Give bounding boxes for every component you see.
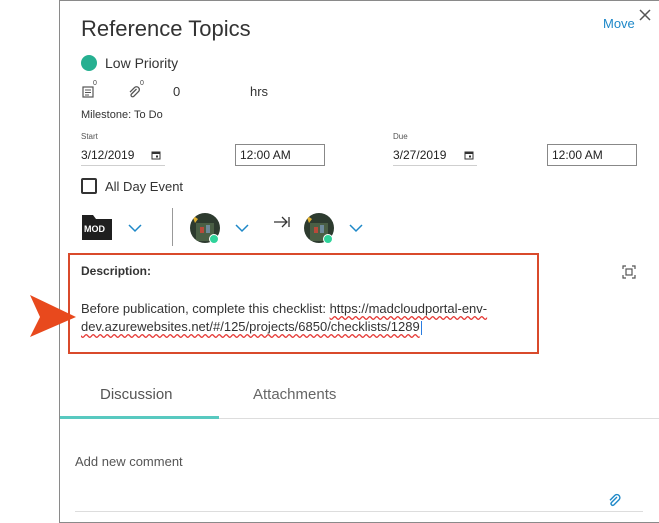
- active-tab-indicator: [60, 416, 219, 419]
- description-title: Description:: [81, 264, 152, 278]
- page-title: Reference Topics: [81, 16, 251, 41]
- expand-icon[interactable]: [622, 265, 636, 279]
- move-button[interactable]: Move: [603, 16, 635, 31]
- calendar-icon[interactable]: [464, 150, 474, 160]
- all-day-label[interactable]: All Day Event: [105, 179, 183, 194]
- assign-arrow-icon: [274, 216, 290, 228]
- close-icon[interactable]: [638, 8, 652, 22]
- chevron-down-icon[interactable]: [127, 223, 143, 233]
- start-time-field[interactable]: 12:00 AM: [235, 144, 325, 166]
- priority-indicator[interactable]: [81, 55, 97, 71]
- notes-icon[interactable]: [81, 85, 95, 99]
- callout-arrow-icon: [30, 295, 76, 337]
- description-editor[interactable]: Before publication, complete this checkl…: [81, 300, 531, 336]
- tab-attachments[interactable]: Attachments: [253, 386, 336, 403]
- chevron-down-icon[interactable]: [234, 223, 250, 233]
- comment-divider: [75, 511, 643, 512]
- chevron-down-icon[interactable]: [348, 223, 364, 233]
- start-date-value: 3/12/2019: [81, 148, 135, 162]
- comment-input[interactable]: Add new comment: [75, 454, 183, 469]
- online-status-indicator: [209, 234, 219, 244]
- milestone-label[interactable]: Milestone: To Do: [81, 109, 163, 121]
- divider: [172, 208, 173, 246]
- start-label: Start: [81, 132, 98, 141]
- online-status-indicator: [323, 234, 333, 244]
- all-day-checkbox[interactable]: [81, 178, 97, 194]
- due-time-field[interactable]: 12:00 AM: [547, 144, 637, 166]
- tab-discussion[interactable]: Discussion: [100, 386, 173, 403]
- priority-label[interactable]: Low Priority: [105, 55, 178, 71]
- text-cursor: [420, 320, 422, 335]
- hours-label: hrs: [250, 84, 269, 99]
- description-text: Before publication, complete this checkl…: [81, 301, 330, 316]
- calendar-icon[interactable]: [151, 150, 161, 160]
- paperclip-icon[interactable]: [127, 85, 141, 99]
- attach-file-icon[interactable]: [607, 493, 621, 509]
- hours-value[interactable]: 0: [173, 84, 180, 99]
- module-badge-text: MOD: [84, 224, 105, 234]
- due-label: Due: [393, 132, 408, 141]
- notes-count: 0: [93, 80, 97, 87]
- due-date-value: 3/27/2019: [393, 148, 447, 162]
- attachments-count: 0: [140, 80, 144, 87]
